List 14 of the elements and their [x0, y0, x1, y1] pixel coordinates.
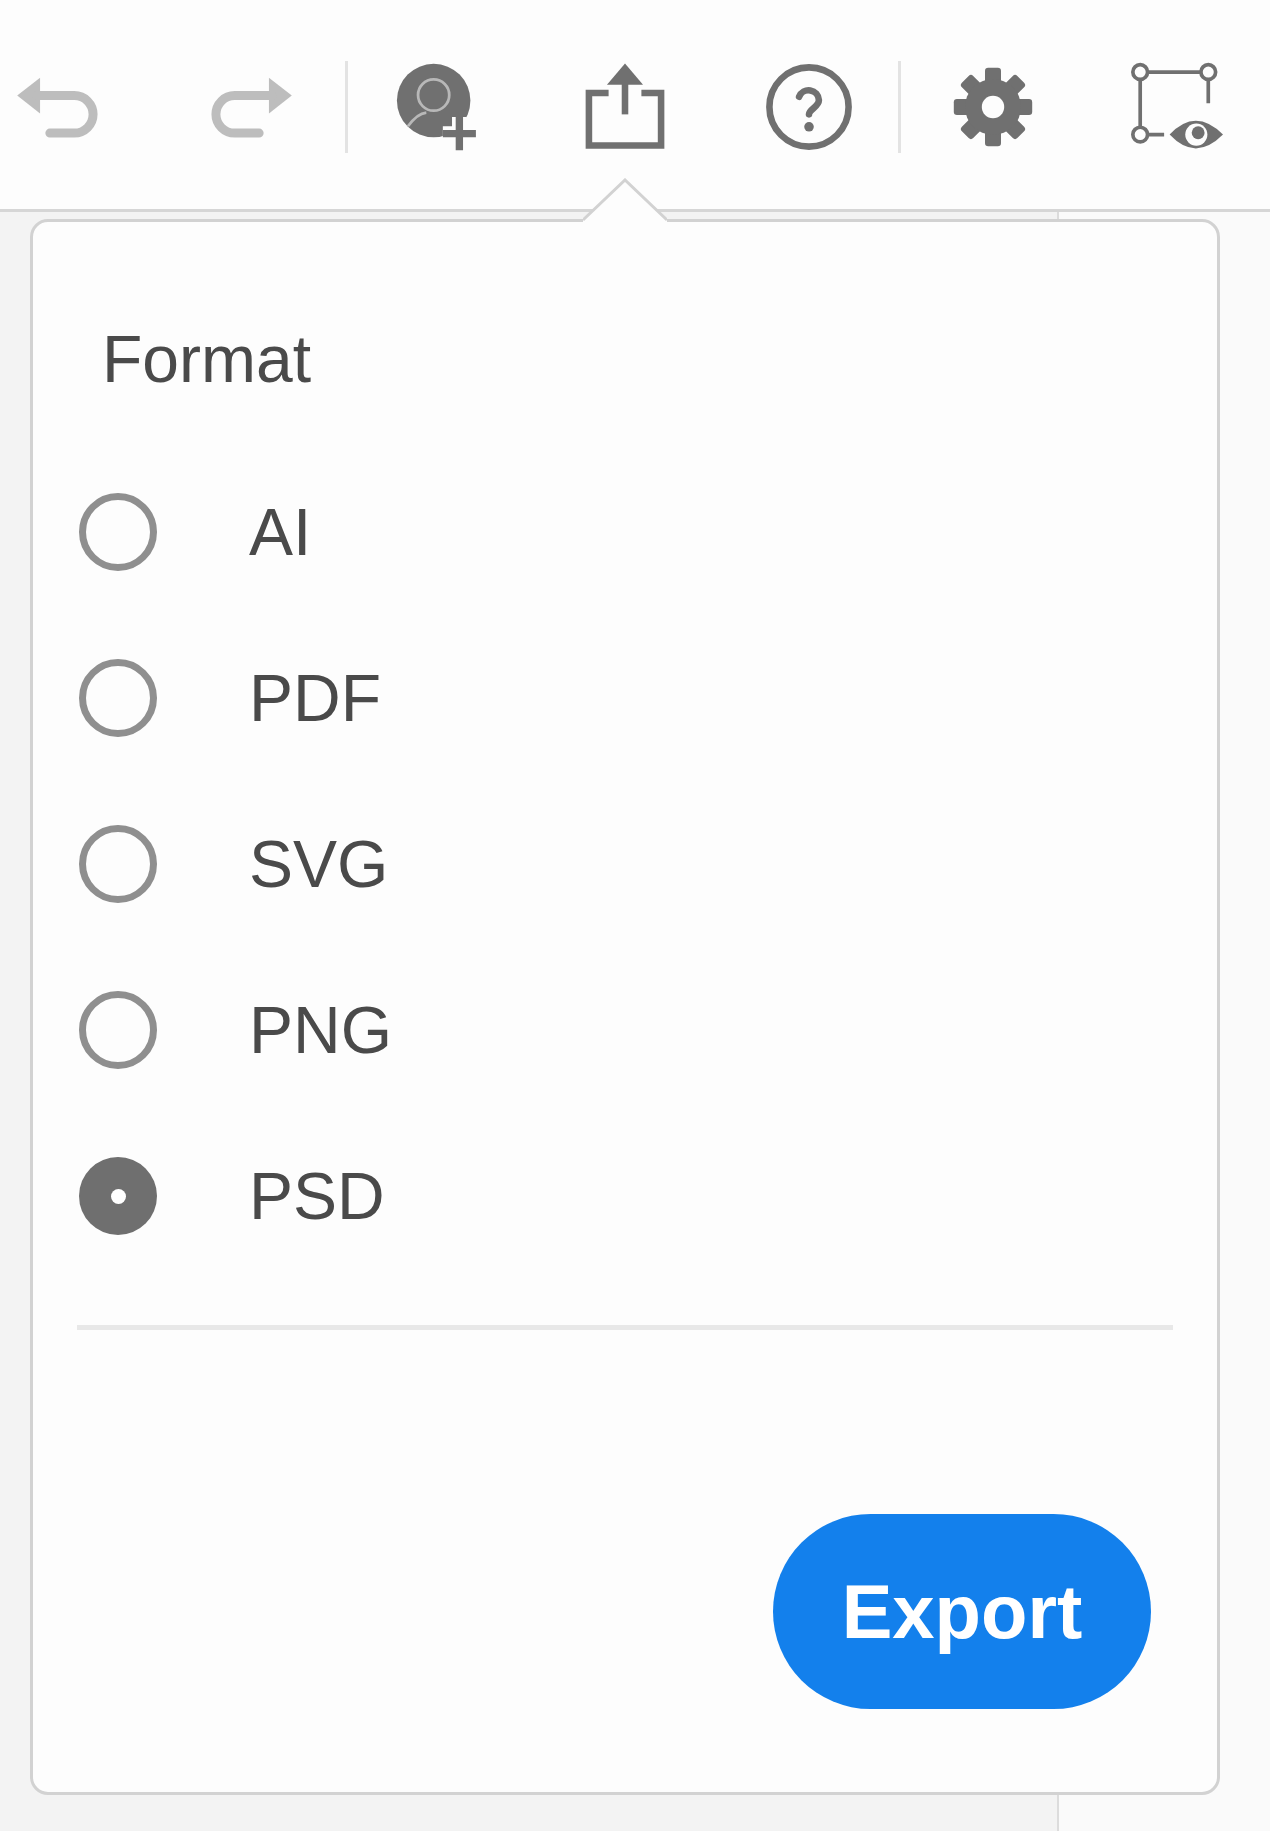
radio-button[interactable]: [79, 825, 157, 903]
format-option[interactable]: SVG: [77, 824, 389, 904]
popover-title: Format: [102, 321, 312, 398]
format-option[interactable]: PNG: [77, 990, 393, 1070]
format-option[interactable]: AI: [77, 492, 312, 572]
export-submit-button[interactable]: Export: [773, 1514, 1151, 1709]
radio-button[interactable]: [79, 493, 157, 571]
format-option[interactable]: PDF: [77, 658, 381, 738]
format-option[interactable]: PSD: [77, 1156, 385, 1236]
help-icon: [765, 62, 853, 151]
radio-button[interactable]: [79, 659, 157, 737]
settings-icon: [953, 66, 1033, 147]
radio-button[interactable]: [79, 991, 157, 1069]
export-icon: [584, 62, 666, 151]
